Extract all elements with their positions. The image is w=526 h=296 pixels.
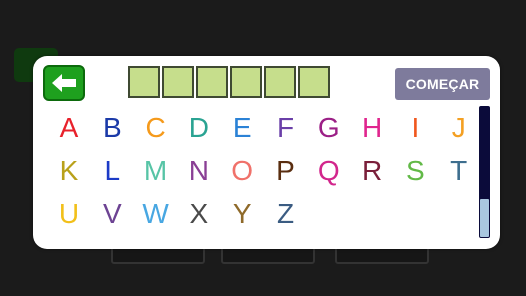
letter-key-f[interactable]: F — [268, 110, 304, 146]
letter-key-h[interactable]: H — [354, 110, 390, 146]
letter-key-m[interactable]: M — [138, 153, 174, 189]
letter-key-n[interactable]: N — [181, 153, 217, 189]
letter-key-p[interactable]: P — [268, 153, 304, 189]
word-slot — [128, 66, 160, 98]
letter-key-t[interactable]: T — [441, 153, 477, 189]
letter-key-x[interactable]: X — [181, 196, 217, 232]
letter-key-g[interactable]: G — [311, 110, 347, 146]
scrollbar-thumb[interactable] — [480, 199, 489, 237]
letter-key-c[interactable]: C — [138, 110, 174, 146]
letter-key-e[interactable]: E — [224, 110, 260, 146]
letter-key-i[interactable]: I — [397, 110, 433, 146]
letter-key-j[interactable]: J — [441, 110, 477, 146]
letter-key-s[interactable]: S — [397, 153, 433, 189]
letter-key-a[interactable]: A — [51, 110, 87, 146]
letter-key-v[interactable]: V — [94, 196, 130, 232]
word-slot — [298, 66, 330, 98]
letter-key-k[interactable]: K — [51, 153, 87, 189]
back-button[interactable] — [43, 65, 85, 101]
word-slots — [128, 66, 332, 98]
start-button[interactable]: COMEÇAR — [395, 68, 490, 100]
letter-key-q[interactable]: Q — [311, 153, 347, 189]
letter-key-w[interactable]: W — [138, 196, 174, 232]
letter-key-r[interactable]: R — [354, 153, 390, 189]
scrollbar[interactable] — [479, 106, 490, 238]
letter-key-l[interactable]: L — [94, 153, 130, 189]
game-screen: COMEÇAR ABCDEFGHIJ KLMNOPQRST UVWXYZ — [0, 0, 526, 296]
letter-key-b[interactable]: B — [94, 110, 130, 146]
word-slot — [264, 66, 296, 98]
letter-key-d[interactable]: D — [181, 110, 217, 146]
word-slot — [230, 66, 262, 98]
word-slot — [196, 66, 228, 98]
word-slot — [162, 66, 194, 98]
letter-picker-dialog: COMEÇAR ABCDEFGHIJ KLMNOPQRST UVWXYZ — [33, 56, 500, 249]
letter-key-z[interactable]: Z — [268, 196, 304, 232]
letter-key-u[interactable]: U — [51, 196, 87, 232]
letter-key-o[interactable]: O — [224, 153, 260, 189]
left-arrow-icon — [50, 72, 78, 94]
letter-key-y[interactable]: Y — [224, 196, 260, 232]
